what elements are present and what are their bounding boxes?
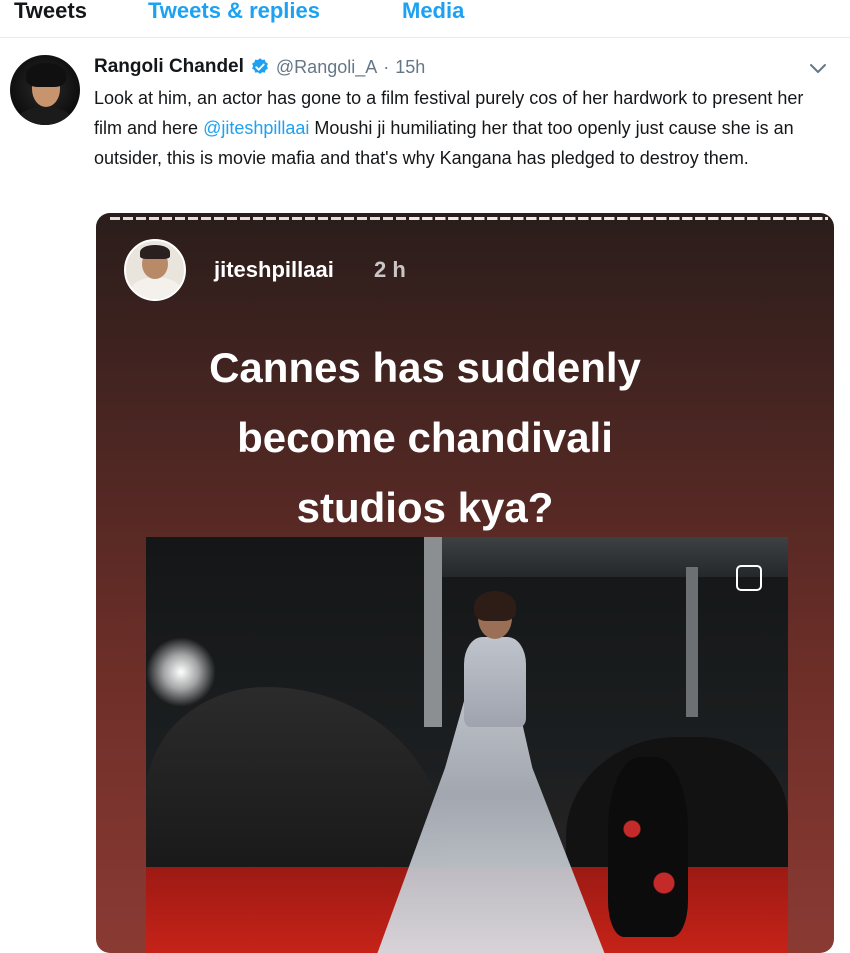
headline-line-2: become chandivali	[237, 414, 613, 461]
story-headline: Cannes has suddenly become chandivali st…	[96, 333, 754, 543]
author-handle[interactable]: @Rangoli_A	[276, 57, 377, 78]
author-avatar[interactable]	[10, 55, 80, 125]
tweet-media-image[interactable]: jiteshpillaai 2 h Cannes has suddenly be…	[96, 213, 834, 953]
chevron-down-icon[interactable]	[808, 61, 828, 77]
story-username: jiteshpillaai	[214, 257, 334, 282]
tab-tweets-and-replies[interactable]: Tweets & replies	[148, 0, 320, 28]
tweet-timestamp[interactable]: 15h	[395, 57, 425, 78]
tweet-text: Look at him, an actor has gone to a film…	[94, 83, 834, 173]
tweet-header: Rangoli Chandel @Rangoli_A · 15h	[94, 54, 425, 80]
square-icon	[736, 565, 762, 591]
profile-tabs: Tweets Tweets & replies Media	[0, 0, 850, 38]
headline-line-1: Cannes has suddenly	[209, 344, 641, 391]
tweet[interactable]: Rangoli Chandel @Rangoli_A · 15h Look at…	[0, 39, 850, 953]
story-avatar	[124, 239, 186, 301]
red-carpet-photo	[146, 537, 788, 953]
headline-line-3: studios kya?	[296, 484, 554, 531]
story-progress-bar	[110, 217, 828, 220]
verified-icon	[250, 57, 270, 77]
separator-dot: ·	[383, 56, 390, 77]
tab-media[interactable]: Media	[402, 0, 464, 28]
story-time: 2 h	[374, 257, 406, 282]
author-name[interactable]: Rangoli Chandel	[94, 56, 244, 78]
tab-tweets[interactable]: Tweets	[14, 0, 87, 28]
mention-link[interactable]: @jiteshpillaai	[203, 118, 309, 138]
